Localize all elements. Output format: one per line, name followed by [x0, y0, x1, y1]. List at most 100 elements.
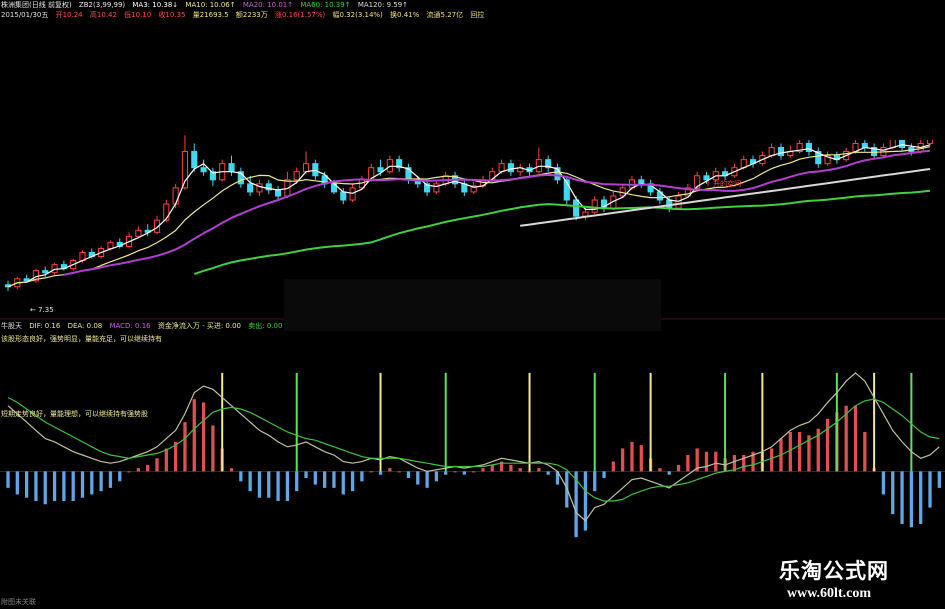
watermark-url: www.60lt.com — [787, 586, 871, 601]
candle — [647, 179, 654, 196]
macd-histogram-bar — [602, 471, 606, 478]
candle-body — [312, 163, 319, 177]
ma20-value: MA20: 10.01↑ — [242, 1, 294, 9]
macd-histogram-bar — [658, 468, 662, 472]
macd-histogram-bar — [378, 471, 383, 475]
watermark: 乐淘公式网 www.60lt.com — [755, 548, 945, 609]
bottom-label: 附图未关联 — [1, 598, 36, 606]
macd-histogram-bar — [304, 471, 308, 478]
macd-histogram-bar — [62, 471, 66, 501]
note-line-2: 短期走势良好，量能理想，可以继续持有强势股 — [1, 410, 148, 418]
candle-body — [135, 229, 142, 237]
candle-body — [293, 171, 300, 181]
candle — [777, 143, 785, 160]
macd-histogram-bar — [509, 464, 513, 472]
macd-histogram-bar — [593, 471, 597, 492]
macd-histogram-bar — [164, 448, 168, 472]
macd-histogram-bar — [397, 471, 401, 473]
ma60-value: MA60: 10.39↑ — [300, 1, 351, 9]
macd-histogram-bar — [611, 461, 615, 472]
candle-body — [573, 199, 580, 217]
macd-histogram-bar — [257, 471, 262, 498]
candle-body — [247, 183, 254, 193]
macd-header-row: 牛股天 DIF: 0.16 DEA: 0.08 MACD: 0.16 资金净流入… — [1, 322, 287, 331]
ma3-line — [7, 144, 931, 288]
macd-histogram-bar — [239, 471, 243, 482]
candle-body — [889, 138, 896, 149]
float-value: 流通5.27亿 — [426, 11, 464, 19]
candle-body — [777, 147, 785, 157]
macd-histogram-bar — [332, 471, 336, 488]
macd-histogram-bar — [797, 432, 802, 472]
macd-histogram-bar — [341, 471, 345, 495]
candle — [722, 167, 729, 180]
macd-histogram-bar — [621, 448, 625, 472]
macd-histogram-bar — [788, 432, 792, 472]
candle — [312, 159, 319, 180]
candle — [396, 155, 403, 172]
amplitude-value: 幅0.32(3.14%) — [332, 11, 383, 19]
candle-body — [107, 241, 114, 249]
candle-body — [200, 167, 207, 173]
low-value: 低10.10 — [124, 11, 152, 19]
macd-histogram-bar — [891, 471, 895, 515]
macd-histogram-bar — [192, 399, 196, 472]
candle-body — [172, 187, 179, 205]
macd-histogram-bar — [416, 471, 420, 485]
candle — [833, 151, 840, 164]
candle — [591, 195, 598, 215]
macd-histogram-bar — [406, 471, 411, 478]
macd-histogram-bar — [639, 445, 643, 472]
candle — [247, 175, 254, 196]
macd-histogram-bar — [118, 471, 122, 482]
candle — [824, 151, 831, 166]
candle — [461, 179, 468, 196]
macd-histogram-bar — [472, 471, 476, 473]
amount-value: 额2233万 — [235, 11, 268, 19]
sell-value: 卖出: 0.00 — [248, 322, 283, 330]
candle-body — [926, 138, 934, 144]
high-value: 高10.42 — [89, 11, 117, 19]
candle-body — [861, 142, 868, 148]
candle-body — [256, 183, 263, 193]
volume-value: 量21693.5 — [192, 11, 229, 19]
macd-histogram-bar — [369, 471, 373, 473]
retreat-label: 回拉 — [470, 11, 485, 19]
price-header-row1: 株洲集团(日线 前复权) ZB2(3,99,99) MA3: 10.38↓ MA… — [1, 1, 413, 10]
macd-histogram-bar — [108, 471, 113, 488]
candle-body — [591, 199, 598, 213]
macd-value: MACD: 0.16 — [109, 322, 151, 330]
macd-histogram-bar — [518, 468, 522, 472]
price-header-row2: 2015/01/30五 开10.24 高10.42 低10.10 收10.35 … — [1, 11, 489, 20]
macd-histogram-bar — [686, 455, 690, 472]
macd-histogram-bar — [201, 402, 206, 472]
macd-histogram-bar — [881, 471, 886, 495]
candle-body — [228, 163, 235, 173]
macd-histogram-bar — [453, 471, 457, 473]
open-value: 开10.24 — [55, 11, 83, 19]
dea-value: DEA: 0.08 — [67, 322, 103, 330]
change-value: 涨0.16(1.57%) — [274, 11, 326, 19]
candle — [517, 163, 524, 176]
candle — [871, 143, 878, 160]
macd-histogram-bar — [229, 468, 234, 472]
turnover-value: 换0.41% — [390, 11, 420, 19]
macd-histogram-bar — [583, 471, 588, 531]
candle — [284, 171, 291, 198]
macd-histogram-bar — [24, 471, 29, 498]
macd-histogram-bar — [676, 464, 681, 472]
candle-body — [535, 159, 542, 173]
macd-histogram-bar — [313, 471, 317, 485]
candle — [219, 159, 226, 182]
candle-body — [507, 163, 514, 173]
candle-body — [386, 159, 393, 173]
date-value: 2015/01/30五 — [1, 11, 49, 19]
macd-histogram-bar — [546, 471, 550, 475]
ma10-value: MA10: 10.06↑ — [185, 1, 236, 9]
macd-histogram-bar — [248, 471, 252, 492]
candle — [386, 155, 393, 174]
macd-histogram-bar — [350, 471, 355, 492]
macd-histogram-bar — [853, 405, 858, 472]
close-value: 收10.35 — [158, 11, 186, 19]
redaction-block-top — [535, 0, 945, 140]
